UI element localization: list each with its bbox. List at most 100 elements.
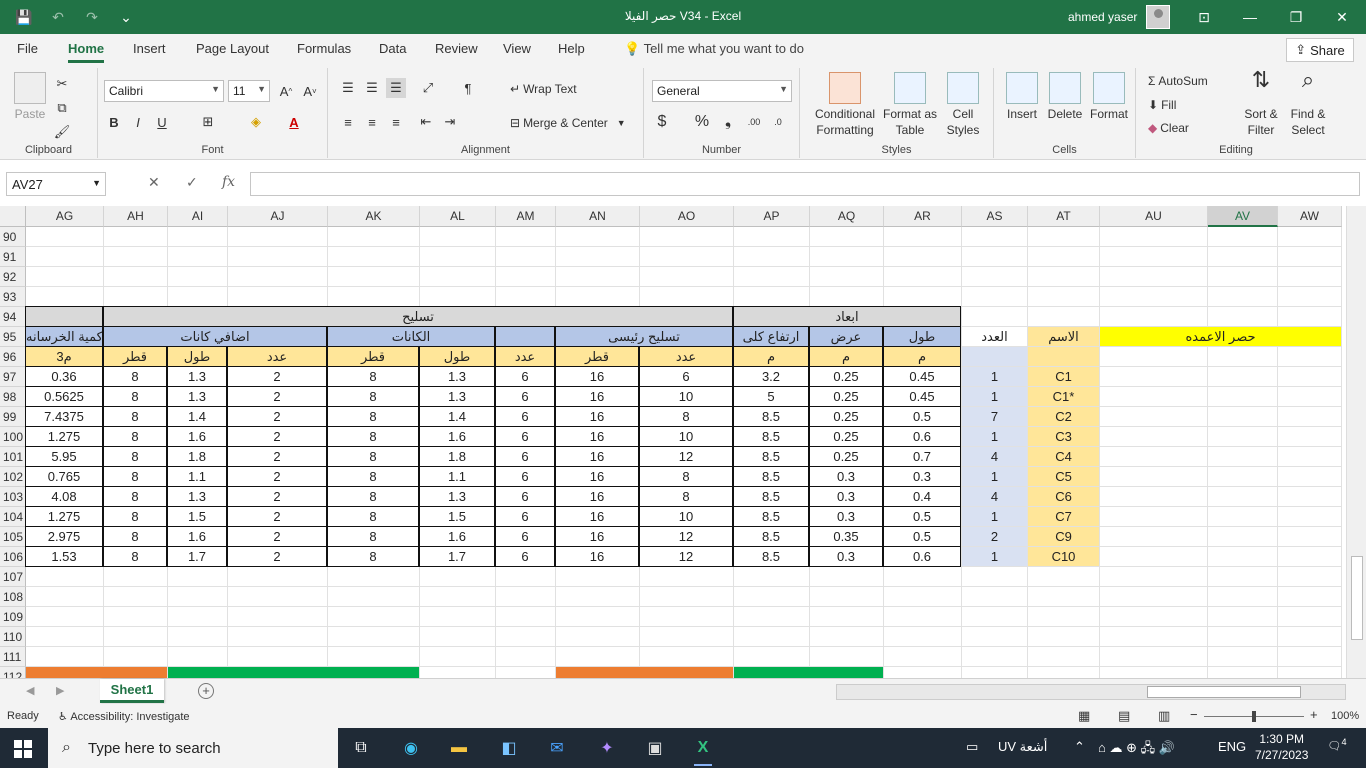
unit-cell[interactable]: قطر [327,346,419,367]
grid-cell[interactable] [1100,267,1208,287]
clock[interactable]: 1:30 PM 7/27/2023 [1255,731,1308,763]
grid-cell[interactable] [810,567,884,587]
grid-cell[interactable] [104,627,168,647]
data-cell[interactable]: 5 [733,386,809,407]
paste-button[interactable]: Paste [10,72,50,122]
data-cell[interactable]: 0.5 [883,406,961,427]
unit-cell[interactable] [1028,347,1100,367]
grid-cell[interactable] [1028,267,1100,287]
data-cell[interactable]: 2 [227,366,327,387]
next-sheet-icon[interactable]: ▶ [56,684,64,697]
grid-cell[interactable] [1208,507,1278,527]
grid-cell[interactable] [228,247,328,267]
data-cell[interactable]: 8.5 [733,506,809,527]
data-cell[interactable]: 8 [327,386,419,407]
tab-data[interactable]: Data [379,41,406,56]
decrease-indent-icon[interactable]: ⇤ [416,112,436,132]
unit-cell[interactable]: عدد [639,346,733,367]
grid-cell[interactable] [1208,567,1278,587]
grid-cell[interactable] [1100,307,1208,327]
data-cell[interactable]: 5.95 [25,446,103,467]
data-cell[interactable]: 1.275 [25,506,103,527]
grid-cell[interactable] [26,607,104,627]
row-header[interactable]: 108 [0,587,26,607]
data-cell[interactable]: 8.5 [733,406,809,427]
grid-cell[interactable] [26,287,104,307]
grid-cell[interactable] [328,587,420,607]
data-cell[interactable]: 7 [962,407,1028,427]
grid-cell[interactable] [1028,667,1100,678]
data-cell[interactable]: 0.3 [809,486,883,507]
grid-cell[interactable] [884,267,962,287]
main-rebar-header[interactable]: تسليح رئيسى [555,326,733,347]
grid-cell[interactable] [556,587,640,607]
data-cell[interactable]: 1 [962,427,1028,447]
sheet-tab[interactable]: Sheet1 [100,679,164,703]
grid-cell[interactable] [1100,567,1208,587]
row-header[interactable]: 97 [0,367,26,387]
tab-view[interactable]: View [503,41,531,56]
column-header[interactable]: AK [328,206,420,227]
data-cell[interactable]: 16 [555,466,639,487]
data-cell[interactable]: 1.6 [419,426,495,447]
data-cell[interactable]: 2 [962,527,1028,547]
row-header[interactable]: 94 [0,307,26,327]
extra-stirrups-header[interactable]: اضافي كانات [103,326,327,347]
column-header[interactable]: AR [884,206,962,227]
data-cell[interactable]: 0.5 [883,506,961,527]
grid-cell[interactable] [734,227,810,247]
data-cell[interactable]: 2 [227,526,327,547]
grid-cell[interactable] [420,647,496,667]
grid-cell[interactable] [884,647,962,667]
grid-cell[interactable] [1208,527,1278,547]
data-cell[interactable]: 0.4 [883,486,961,507]
data-cell[interactable]: 1 [962,507,1028,527]
grid-cell[interactable] [810,587,884,607]
data-cell[interactable]: 1 [962,467,1028,487]
grid-cell[interactable] [228,647,328,667]
data-cell[interactable]: 1.6 [167,426,227,447]
grid-cell[interactable] [734,267,810,287]
select-all-corner[interactable] [0,206,26,227]
grid-cell[interactable] [1208,387,1278,407]
grid-cell[interactable] [1278,627,1342,647]
grid-cell[interactable] [962,667,1028,678]
grid-cell[interactable] [810,607,884,627]
data-cell[interactable]: 0.45 [883,386,961,407]
align-right-icon[interactable]: ≡ [386,112,406,132]
minimize-button[interactable]: — [1232,5,1268,29]
cancel-icon[interactable]: ✕ [148,174,160,191]
grid-cell[interactable] [104,587,168,607]
tab-help[interactable]: Help [558,41,585,56]
grid-cell[interactable] [640,227,734,247]
save-icon[interactable]: 💾 [10,6,38,28]
horizontal-scrollbar[interactable] [836,684,1346,700]
unit-cell[interactable]: عدد [495,346,555,367]
format-cells-button[interactable]: Format [1088,72,1130,122]
grid-cell[interactable] [1100,547,1208,567]
data-cell[interactable]: 1.7 [419,546,495,567]
grid-cell[interactable] [1100,527,1208,547]
column-name-cell[interactable]: C3 [1028,427,1100,447]
grid-cell[interactable] [1100,227,1208,247]
conditional-formatting-button[interactable]: Conditional Formatting [812,72,878,138]
grid-cell[interactable] [1278,467,1342,487]
data-cell[interactable]: 1.53 [25,546,103,567]
data-cell[interactable]: 8 [103,446,167,467]
data-cell[interactable]: 1.6 [419,526,495,547]
wrap-text-button[interactable]: ↵ Wrap Text [510,82,577,96]
data-cell[interactable]: 8 [103,546,167,567]
format-as-table-button[interactable]: Format as Table [882,72,938,138]
windows-start-icon[interactable] [14,740,32,758]
grid-cell[interactable] [884,627,962,647]
grid-cell[interactable] [962,607,1028,627]
zoom-in-icon[interactable]: + [1310,707,1318,722]
data-cell[interactable]: 10 [639,506,733,527]
data-cell[interactable]: 6 [495,446,555,467]
row-header[interactable]: 106 [0,547,26,567]
data-cell[interactable]: 1.3 [419,386,495,407]
grid-cell[interactable] [1208,547,1278,567]
prev-sheet-icon[interactable]: ◀ [26,684,34,697]
align-middle-icon[interactable]: ☰ [362,78,382,98]
data-cell[interactable]: 8 [103,366,167,387]
